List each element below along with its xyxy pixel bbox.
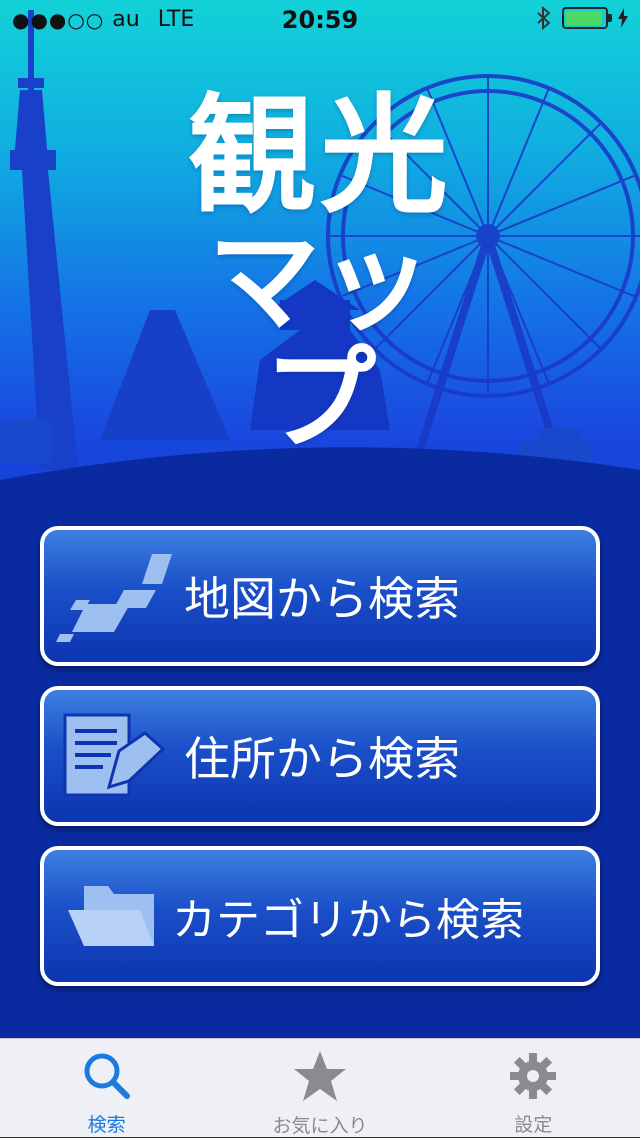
tab-settings[interactable]: 設定 (427, 1039, 640, 1137)
app-title-line1: 観光 (187, 82, 452, 231)
tab-settings-label: 設定 (514, 1114, 553, 1136)
app-title-line2: マップ (208, 217, 432, 465)
tab-bar: 検索 お気に入り 設定 (0, 1038, 640, 1137)
tower-icon (10, 10, 78, 470)
address-search-label: 住所から検索 (184, 732, 460, 786)
main-content: 地図から検索 住所から検索 カテゴリから検索 (0, 500, 640, 1038)
map-search-label: 地図から検索 (184, 572, 460, 626)
category-search-button[interactable]: カテゴリから検索 (40, 846, 600, 986)
tab-favorites-label: お気に入り (272, 1115, 368, 1137)
hero-banner: 観光 マップ (0, 0, 640, 500)
document-pencil-icon (44, 690, 184, 822)
tab-search[interactable]: 検索 (0, 1039, 213, 1137)
japan-map-icon (44, 530, 184, 662)
map-search-button[interactable]: 地図から検索 (40, 526, 600, 666)
tab-search-label: 検索 (87, 1114, 126, 1136)
address-search-button[interactable]: 住所から検索 (40, 686, 600, 826)
bus-icon (0, 420, 52, 464)
status-bar: ●●●○○ au LTE 20:59 (0, 0, 640, 40)
battery-level (566, 11, 602, 25)
category-search-label: カテゴリから検索 (172, 895, 524, 946)
tab-favorites[interactable]: お気に入り (213, 1039, 426, 1137)
search-icon (77, 1049, 137, 1102)
star-icon (290, 1049, 350, 1103)
folder-icon (44, 850, 184, 982)
bluetooth-icon (537, 6, 551, 30)
status-right (536, 6, 628, 30)
app-title: 観光 マップ (180, 82, 460, 465)
charging-icon (618, 8, 628, 28)
battery-icon (562, 7, 612, 29)
gear-icon (503, 1049, 563, 1102)
